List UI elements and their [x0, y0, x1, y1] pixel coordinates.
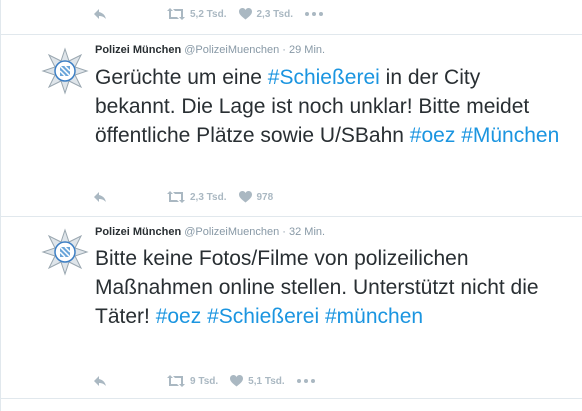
tweet-time[interactable]: 32 Min. — [289, 226, 325, 238]
reply-icon — [94, 9, 106, 19]
retweet-button[interactable]: 5,2 Tsd. — [167, 8, 227, 20]
retweet-button[interactable]: 9 Tsd. — [167, 375, 218, 387]
reply-icon — [94, 192, 106, 202]
retweet-icon — [167, 8, 185, 20]
retweet-icon — [167, 375, 185, 387]
tweet-actions: 2,3 Tsd. 978 — [93, 187, 273, 207]
avatar[interactable] — [41, 47, 89, 95]
author-handle[interactable]: @PolizeiMuenchen — [184, 44, 279, 56]
tweet-text-run: Gerüchte um eine — [95, 66, 268, 89]
avatar[interactable] — [41, 228, 89, 276]
tweet-header: Polizei München @PolizeiMuenchen · 29 Mi… — [95, 44, 325, 56]
heart-icon — [238, 191, 252, 203]
more-icon — [305, 12, 323, 16]
hashtag-link[interactable]: #Schießerei — [207, 305, 319, 328]
tweet-actions: 5,2 Tsd. 2,3 Tsd. — [93, 4, 323, 24]
like-button[interactable]: 2,3 Tsd. — [238, 8, 294, 20]
tweet-time[interactable]: 29 Min. — [289, 44, 325, 56]
reply-button[interactable] — [93, 8, 107, 20]
author-handle[interactable]: @PolizeiMuenchen — [184, 226, 279, 238]
separator: · — [282, 226, 286, 238]
timeline: 5,2 Tsd. 2,3 Tsd. Polizei München @Poliz… — [0, 0, 582, 411]
hashtag-link[interactable]: #München — [461, 124, 559, 147]
reply-button[interactable] — [93, 375, 107, 387]
more-icon — [296, 379, 315, 383]
like-button[interactable]: 978 — [238, 191, 274, 203]
retweet-count: 2,3 Tsd. — [190, 191, 227, 203]
author-name[interactable]: Polizei München — [95, 226, 181, 238]
reply-button[interactable] — [93, 191, 107, 203]
police-star-badge — [41, 47, 89, 95]
like-count: 978 — [256, 191, 274, 203]
hashtag-link[interactable]: #oez — [410, 124, 456, 147]
tweet-header: Polizei München @PolizeiMuenchen · 32 Mi… — [95, 226, 325, 238]
tweet[interactable]: Polizei München @PolizeiMuenchen · 29 Mi… — [1, 34, 582, 217]
like-button[interactable]: 5,1 Tsd. — [230, 375, 285, 387]
tweet[interactable]: Polizei München @PolizeiMuenchen · 32 Mi… — [1, 216, 582, 399]
tweet-actions: 9 Tsd. 5,1 Tsd. — [93, 371, 315, 391]
tweet-text: Bitte keine Fotos/Filme von polizeiliche… — [95, 244, 565, 331]
tweet-partial: 5,2 Tsd. 2,3 Tsd. — [1, 0, 582, 35]
police-star-badge — [41, 228, 89, 276]
like-count: 5,1 Tsd. — [248, 375, 285, 387]
heart-icon — [238, 8, 252, 20]
tweet-text: Gerüchte um eine #Schießerei in der City… — [95, 63, 565, 150]
like-count: 2,3 Tsd. — [256, 8, 294, 20]
hashtag-link[interactable]: #münchen — [325, 305, 423, 328]
retweet-count: 9 Tsd. — [190, 375, 219, 387]
heart-icon — [230, 375, 244, 387]
separator: · — [282, 44, 286, 56]
author-name[interactable]: Polizei München — [95, 44, 181, 56]
retweet-button[interactable]: 2,3 Tsd. — [167, 191, 227, 203]
retweet-icon — [167, 191, 185, 203]
more-button[interactable] — [296, 379, 315, 383]
hashtag-link[interactable]: #oez — [156, 305, 202, 328]
reply-icon — [94, 376, 106, 386]
more-button[interactable] — [305, 12, 323, 16]
hashtag-link[interactable]: #Schießerei — [268, 66, 380, 89]
retweet-count: 5,2 Tsd. — [190, 8, 227, 20]
